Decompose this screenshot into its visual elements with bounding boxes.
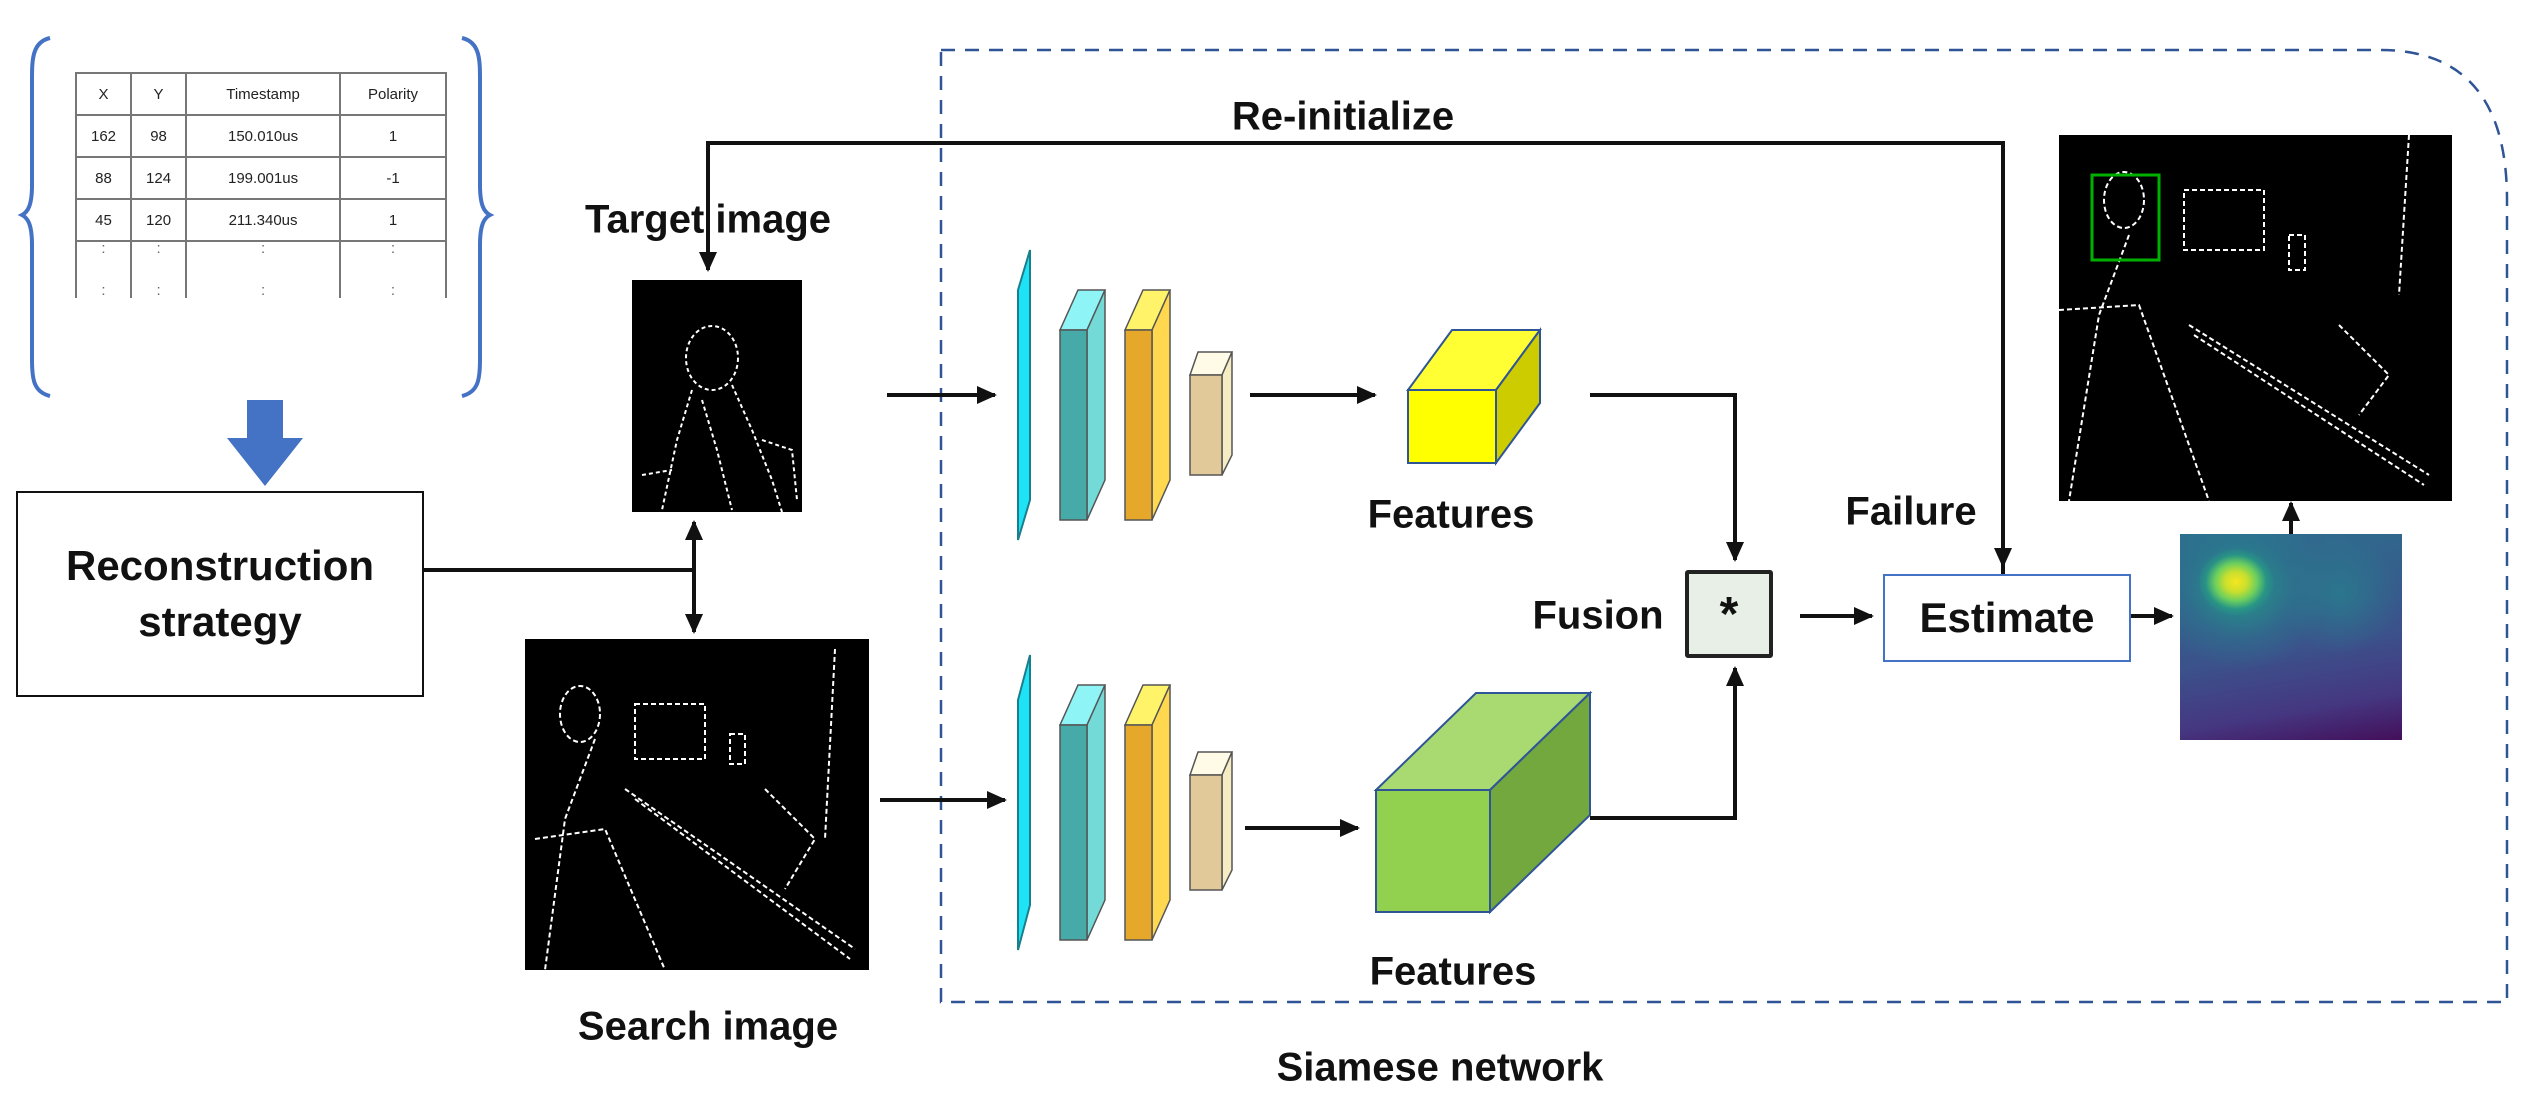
estimate-box: Estimate — [1883, 574, 2131, 662]
table-cell: -1 — [339, 156, 447, 200]
table-cell: 98 — [130, 114, 188, 158]
cnn-layer-1 — [1017, 249, 1031, 541]
column-header: Polarity — [339, 72, 447, 116]
search-image — [525, 639, 869, 970]
column-header: Timestamp — [185, 72, 342, 116]
features-cube-top — [1406, 326, 1542, 467]
search-edge-sketch — [534, 648, 856, 970]
ellipsis-cell: :: — [74, 240, 133, 298]
table-cell: 150.010us — [185, 114, 342, 158]
features-top-to-fusion — [1590, 393, 1744, 562]
reconstruction-strategy-box: Reconstruction strategy — [16, 491, 424, 697]
column-header: X — [74, 72, 133, 116]
table-cell: 211.340us — [185, 198, 342, 242]
fusion-label: Fusion — [1532, 593, 1664, 638]
target-image-label: Target image — [585, 197, 831, 242]
siamese-network-label: Siamese network — [1276, 1045, 1604, 1090]
table-row-ellipsis: :: :: :: :: — [74, 240, 447, 298]
table-cell: 1 — [339, 114, 447, 158]
tracking-bounding-box — [2090, 173, 2161, 262]
features-bottom-to-fusion — [1590, 666, 1744, 820]
target-edge-sketch — [641, 325, 798, 512]
failure-label: Failure — [1845, 489, 1977, 534]
cnn-layer-1 — [1017, 654, 1031, 951]
cnn-layer-2 — [1059, 724, 1088, 941]
features-cube-bottom — [1373, 690, 1593, 915]
table-cell: 88 — [74, 156, 133, 200]
left-brace — [17, 36, 51, 398]
reinitialize-line — [699, 141, 2005, 589]
table-cell: 1 — [339, 198, 447, 242]
estimate-label: Estimate — [1919, 594, 2095, 641]
table-cell: 124 — [130, 156, 188, 200]
column-header: Y — [130, 72, 188, 116]
result-edge-sketch — [2059, 135, 2430, 501]
table-cell: 45 — [74, 198, 133, 242]
cnn-layer-3 — [1124, 329, 1153, 521]
tracking-result-image — [2059, 135, 2452, 501]
block-down-arrow — [227, 400, 303, 486]
table-row: 88 124 199.001us -1 — [74, 156, 447, 200]
cnn-layer-2 — [1059, 329, 1088, 521]
cnn-layer-4 — [1189, 774, 1223, 891]
cnn-layer-3 — [1124, 724, 1153, 941]
table-cell: 199.001us — [185, 156, 342, 200]
response-heatmap — [2180, 534, 2402, 740]
reconstruction-label-line1: Reconstruction — [65, 542, 375, 589]
table-cell: 120 — [130, 198, 188, 242]
ellipsis-cell: :: — [185, 240, 342, 298]
search-image-label: Search image — [577, 1004, 839, 1049]
table-row: 162 98 150.010us 1 — [74, 114, 447, 158]
reinitialize-label: Re-initialize — [1231, 94, 1455, 139]
cnn-bottom — [1017, 654, 1234, 951]
table-row: 45 120 211.340us 1 — [74, 198, 447, 242]
cnn-top — [1017, 249, 1234, 541]
fusion-operator-box: * — [1685, 570, 1773, 658]
event-data-table: X Y Timestamp Polarity 162 98 150.010us … — [74, 72, 447, 298]
table-header-row: X Y Timestamp Polarity — [74, 72, 447, 116]
features-top-label: Features — [1367, 492, 1535, 537]
ellipsis-cell: :: — [339, 240, 447, 298]
ellipsis-cell: :: — [130, 240, 188, 298]
reconstruction-label-line2: strategy — [138, 598, 302, 645]
features-bottom-label: Features — [1369, 949, 1537, 994]
target-image — [632, 280, 802, 512]
correlation-operator-icon: * — [1719, 587, 1739, 641]
cnn-layer-4 — [1189, 374, 1223, 476]
table-cell: 162 — [74, 114, 133, 158]
right-brace — [461, 36, 495, 398]
